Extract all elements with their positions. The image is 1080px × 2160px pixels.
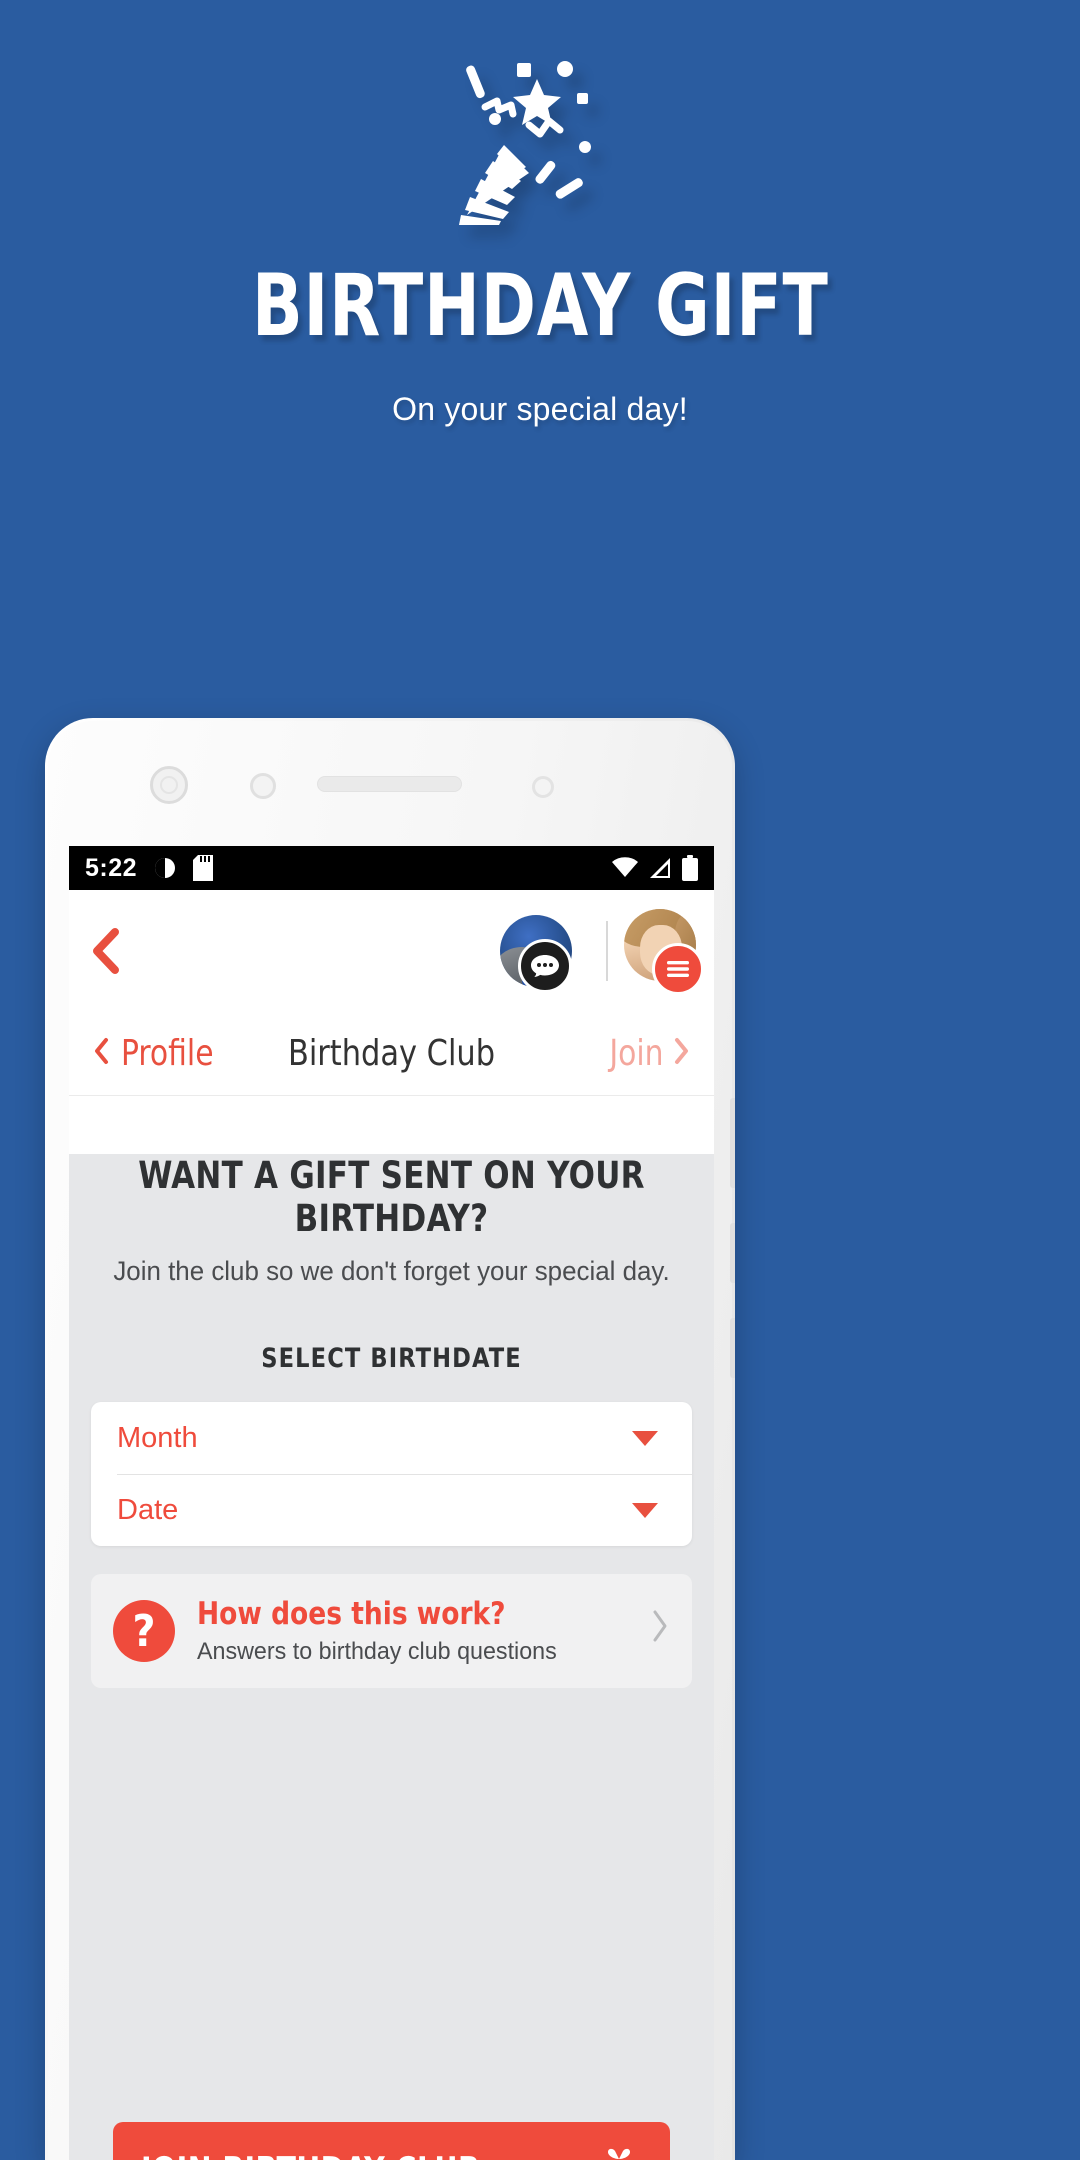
status-time: 5:22 xyxy=(85,853,138,882)
chevron-left-icon xyxy=(93,1037,109,1070)
date-select-value: Date xyxy=(117,1493,179,1526)
front-camera-icon xyxy=(150,766,188,804)
join-birthday-club-label: JOIN BIRTHDAY CLUB xyxy=(141,2150,480,2160)
signal-icon xyxy=(648,857,672,879)
chevron-right-icon xyxy=(650,1609,670,1653)
user-avatar[interactable] xyxy=(624,909,704,995)
date-select[interactable]: Date xyxy=(91,1474,692,1546)
party-popper-icon xyxy=(425,55,655,225)
join-link-label: Join xyxy=(609,1033,664,1074)
team-avatar[interactable] xyxy=(482,913,590,993)
page-title: BIRTHDAY GIFT xyxy=(251,256,829,356)
caret-down-icon xyxy=(632,1430,658,1446)
back-to-profile-label: Profile xyxy=(121,1033,214,1074)
month-select-value: Month xyxy=(117,1421,198,1454)
month-select[interactable]: Month xyxy=(91,1402,692,1474)
chevron-left-icon[interactable] xyxy=(89,928,123,974)
phone-screen: 5:22 Profile Birthday Club Join WANT A G… xyxy=(69,846,714,2160)
promo-header: BIRTHDAY GIFT On your special day! xyxy=(0,0,1080,730)
page-subtitle: On your special day! xyxy=(392,391,688,427)
back-to-profile-button[interactable]: Profile xyxy=(93,1033,218,1074)
select-birthdate-label: SELECT BIRTHDATE xyxy=(261,1343,522,1374)
phone-mockup: 5:22 Profile Birthday Club Join WANT A G… xyxy=(45,718,735,2160)
proximity-sensor-icon xyxy=(532,776,554,798)
sensor-icon xyxy=(250,773,276,799)
question-mark-icon: ? xyxy=(113,1600,175,1662)
hamburger-menu-icon[interactable] xyxy=(652,943,704,995)
content-heading: WANT A GIFT SENT ON YOUR BIRTHDAY? xyxy=(138,1154,645,1240)
how-card-title: How does this work? xyxy=(197,1596,506,1632)
birthdate-select-card: Month Date xyxy=(91,1402,692,1546)
app-top-nav xyxy=(69,890,714,1012)
content-subheading: Join the club so we don't forget your sp… xyxy=(113,1256,670,1286)
join-birthday-club-button[interactable]: JOIN BIRTHDAY CLUB xyxy=(113,2122,670,2160)
earpiece-speaker xyxy=(317,776,462,792)
gift-icon xyxy=(596,2146,642,2160)
do-not-disturb-icon xyxy=(153,856,177,880)
cta-area: JOIN BIRTHDAY CLUB xyxy=(113,2122,670,2160)
join-link-button[interactable]: Join xyxy=(607,1033,690,1074)
screen-sub-nav: Profile Birthday Club Join xyxy=(69,1012,714,1096)
volume-down-button[interactable] xyxy=(730,1223,735,1283)
power-button[interactable] xyxy=(730,1318,735,1378)
wifi-icon xyxy=(612,857,638,879)
how-does-this-work-card[interactable]: ? How does this work? Answers to birthda… xyxy=(91,1574,692,1688)
chevron-right-icon xyxy=(674,1037,690,1070)
caret-down-icon xyxy=(632,1502,658,1518)
phone-top-bezel xyxy=(45,718,735,848)
screen-content: WANT A GIFT SENT ON YOUR BIRTHDAY? Join … xyxy=(69,1154,714,2160)
sd-card-icon xyxy=(193,855,214,881)
nav-divider xyxy=(606,921,608,981)
status-bar: 5:22 xyxy=(69,846,714,890)
volume-up-button[interactable] xyxy=(730,1098,735,1188)
how-card-subtitle: Answers to birthday club questions xyxy=(197,1638,557,1665)
battery-icon xyxy=(682,855,698,881)
chat-bubble-icon[interactable] xyxy=(518,939,572,993)
